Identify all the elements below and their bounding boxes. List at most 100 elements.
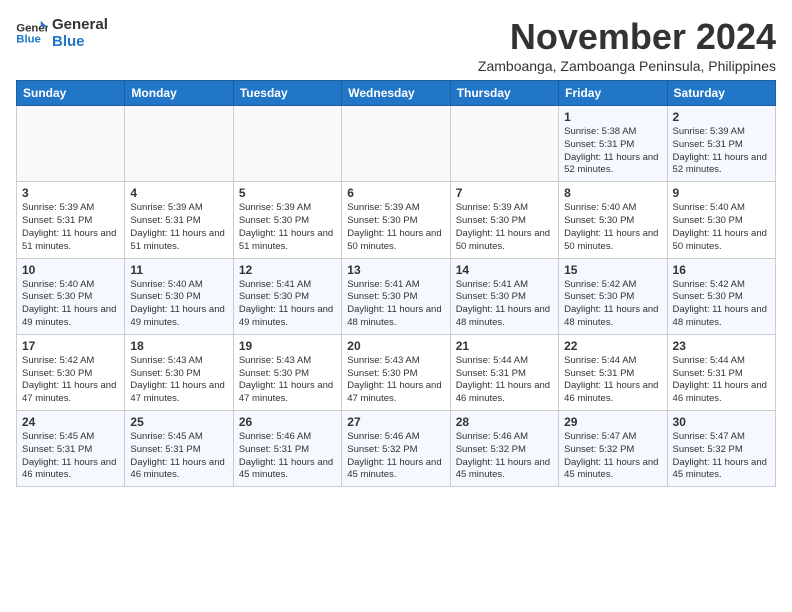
day-info: Sunrise: 5:39 AM Sunset: 5:30 PM Dayligh… — [347, 202, 444, 253]
day-number: 19 — [239, 339, 336, 353]
calendar-week-1: 3 Sunrise: 5:39 AM Sunset: 5:31 PM Daylig… — [17, 182, 776, 258]
day-info: Sunrise: 5:40 AM Sunset: 5:30 PM Dayligh… — [22, 279, 119, 330]
calendar-cell: 7 Sunrise: 5:39 AM Sunset: 5:30 PM Daylig… — [450, 182, 558, 258]
svg-text:Blue: Blue — [16, 34, 41, 46]
day-number: 10 — [22, 263, 119, 277]
day-info: Sunrise: 5:40 AM Sunset: 5:30 PM Dayligh… — [673, 202, 770, 253]
page-header: General Blue General Blue November 2024 … — [16, 16, 776, 74]
day-info: Sunrise: 5:44 AM Sunset: 5:31 PM Dayligh… — [673, 355, 770, 406]
day-number: 7 — [456, 186, 553, 200]
calendar-cell: 10 Sunrise: 5:40 AM Sunset: 5:30 PM Dayli… — [17, 258, 125, 334]
calendar-cell: 2Sunrise: 5:39 AM Sunset: 5:31 PM Daylig… — [667, 106, 775, 182]
calendar-cell: 12Sunrise: 5:41 AM Sunset: 5:30 PM Dayli… — [233, 258, 341, 334]
calendar-cell: 26Sunrise: 5:46 AM Sunset: 5:31 PM Dayli… — [233, 411, 341, 487]
calendar-cell — [450, 106, 558, 182]
calendar-cell: 22Sunrise: 5:44 AM Sunset: 5:31 PM Dayli… — [559, 334, 667, 410]
day-info: Sunrise: 5:39 AM Sunset: 5:31 PM Dayligh… — [22, 202, 119, 253]
day-number: 22 — [564, 339, 661, 353]
calendar-cell: 25 Sunrise: 5:45 AM Sunset: 5:31 PM Dayli… — [125, 411, 233, 487]
calendar-cell: 24 Sunrise: 5:45 AM Sunset: 5:31 PM Dayli… — [17, 411, 125, 487]
day-number: 16 — [673, 263, 770, 277]
weekday-header-sunday: Sunday — [17, 81, 125, 106]
logo-icon: General Blue — [16, 19, 48, 47]
month-title: November 2024 — [478, 16, 776, 58]
day-info: Sunrise: 5:41 AM Sunset: 5:30 PM Dayligh… — [239, 279, 336, 330]
day-number: 20 — [347, 339, 444, 353]
calendar-week-2: 10 Sunrise: 5:40 AM Sunset: 5:30 PM Dayli… — [17, 258, 776, 334]
day-number: 18 — [130, 339, 227, 353]
calendar-cell: 5 Sunrise: 5:39 AM Sunset: 5:30 PM Daylig… — [233, 182, 341, 258]
calendar-cell: 28 Sunrise: 5:46 AM Sunset: 5:32 PM Dayli… — [450, 411, 558, 487]
day-number: 17 — [22, 339, 119, 353]
logo-general: General — [52, 16, 108, 33]
calendar-week-0: 1 Sunrise: 5:38 AM Sunset: 5:31 PM Daylig… — [17, 106, 776, 182]
day-info: Sunrise: 5:46 AM Sunset: 5:32 PM Dayligh… — [347, 431, 444, 482]
day-number: 14 — [456, 263, 553, 277]
day-info: Sunrise: 5:44 AM Sunset: 5:31 PM Dayligh… — [456, 355, 553, 406]
calendar-cell: 6 Sunrise: 5:39 AM Sunset: 5:30 PM Daylig… — [342, 182, 450, 258]
title-block: November 2024 Zamboanga, Zamboanga Penin… — [478, 16, 776, 74]
day-number: 9 — [673, 186, 770, 200]
day-number: 2 — [673, 110, 770, 124]
day-number: 29 — [564, 415, 661, 429]
day-info: Sunrise: 5:42 AM Sunset: 5:30 PM Dayligh… — [564, 279, 661, 330]
calendar-cell — [17, 106, 125, 182]
day-info: Sunrise: 5:43 AM Sunset: 5:30 PM Dayligh… — [239, 355, 336, 406]
calendar-cell: 29 Sunrise: 5:47 AM Sunset: 5:32 PM Dayli… — [559, 411, 667, 487]
day-number: 27 — [347, 415, 444, 429]
day-info: Sunrise: 5:43 AM Sunset: 5:30 PM Dayligh… — [347, 355, 444, 406]
weekday-header-monday: Monday — [125, 81, 233, 106]
calendar-cell: 1 Sunrise: 5:38 AM Sunset: 5:31 PM Daylig… — [559, 106, 667, 182]
calendar-cell: 18 Sunrise: 5:43 AM Sunset: 5:30 PM Dayli… — [125, 334, 233, 410]
calendar-cell: 9 Sunrise: 5:40 AM Sunset: 5:30 PM Daylig… — [667, 182, 775, 258]
day-info: Sunrise: 5:47 AM Sunset: 5:32 PM Dayligh… — [564, 431, 661, 482]
logo-blue: Blue — [52, 33, 108, 50]
logo: General Blue General Blue — [16, 16, 108, 51]
day-number: 1 — [564, 110, 661, 124]
weekday-header-wednesday: Wednesday — [342, 81, 450, 106]
day-number: 23 — [673, 339, 770, 353]
day-info: Sunrise: 5:40 AM Sunset: 5:30 PM Dayligh… — [564, 202, 661, 253]
calendar-week-4: 24 Sunrise: 5:45 AM Sunset: 5:31 PM Dayli… — [17, 411, 776, 487]
calendar-cell: 4Sunrise: 5:39 AM Sunset: 5:31 PM Daylig… — [125, 182, 233, 258]
day-info: Sunrise: 5:46 AM Sunset: 5:31 PM Dayligh… — [239, 431, 336, 482]
day-info: Sunrise: 5:46 AM Sunset: 5:32 PM Dayligh… — [456, 431, 553, 482]
calendar-cell: 11Sunrise: 5:40 AM Sunset: 5:30 PM Dayli… — [125, 258, 233, 334]
calendar-cell: 23 Sunrise: 5:44 AM Sunset: 5:31 PM Dayli… — [667, 334, 775, 410]
calendar-cell: 14 Sunrise: 5:41 AM Sunset: 5:30 PM Dayli… — [450, 258, 558, 334]
day-info: Sunrise: 5:39 AM Sunset: 5:30 PM Dayligh… — [239, 202, 336, 253]
calendar-cell: 21Sunrise: 5:44 AM Sunset: 5:31 PM Dayli… — [450, 334, 558, 410]
day-number: 6 — [347, 186, 444, 200]
day-info: Sunrise: 5:43 AM Sunset: 5:30 PM Dayligh… — [130, 355, 227, 406]
day-number: 28 — [456, 415, 553, 429]
calendar-cell: 13Sunrise: 5:41 AM Sunset: 5:30 PM Dayli… — [342, 258, 450, 334]
day-number: 25 — [130, 415, 227, 429]
calendar-table: SundayMondayTuesdayWednesdayThursdayFrid… — [16, 80, 776, 487]
calendar-cell: 8Sunrise: 5:40 AM Sunset: 5:30 PM Daylig… — [559, 182, 667, 258]
calendar-cell — [125, 106, 233, 182]
calendar-cell: 16Sunrise: 5:42 AM Sunset: 5:30 PM Dayli… — [667, 258, 775, 334]
weekday-header-friday: Friday — [559, 81, 667, 106]
calendar-cell: 3 Sunrise: 5:39 AM Sunset: 5:31 PM Daylig… — [17, 182, 125, 258]
day-info: Sunrise: 5:45 AM Sunset: 5:31 PM Dayligh… — [22, 431, 119, 482]
day-info: Sunrise: 5:39 AM Sunset: 5:30 PM Dayligh… — [456, 202, 553, 253]
calendar-body: 1 Sunrise: 5:38 AM Sunset: 5:31 PM Daylig… — [17, 106, 776, 487]
weekday-header-thursday: Thursday — [450, 81, 558, 106]
calendar-week-3: 17 Sunrise: 5:42 AM Sunset: 5:30 PM Dayli… — [17, 334, 776, 410]
day-number: 11 — [130, 263, 227, 277]
weekday-header-tuesday: Tuesday — [233, 81, 341, 106]
day-number: 5 — [239, 186, 336, 200]
calendar-cell — [233, 106, 341, 182]
subtitle: Zamboanga, Zamboanga Peninsula, Philippi… — [478, 58, 776, 74]
day-info: Sunrise: 5:47 AM Sunset: 5:32 PM Dayligh… — [673, 431, 770, 482]
day-number: 13 — [347, 263, 444, 277]
day-info: Sunrise: 5:45 AM Sunset: 5:31 PM Dayligh… — [130, 431, 227, 482]
day-info: Sunrise: 5:41 AM Sunset: 5:30 PM Dayligh… — [456, 279, 553, 330]
day-number: 15 — [564, 263, 661, 277]
weekday-header-row: SundayMondayTuesdayWednesdayThursdayFrid… — [17, 81, 776, 106]
day-info: Sunrise: 5:38 AM Sunset: 5:31 PM Dayligh… — [564, 126, 661, 177]
day-info: Sunrise: 5:42 AM Sunset: 5:30 PM Dayligh… — [22, 355, 119, 406]
day-number: 4 — [130, 186, 227, 200]
day-number: 24 — [22, 415, 119, 429]
day-number: 3 — [22, 186, 119, 200]
